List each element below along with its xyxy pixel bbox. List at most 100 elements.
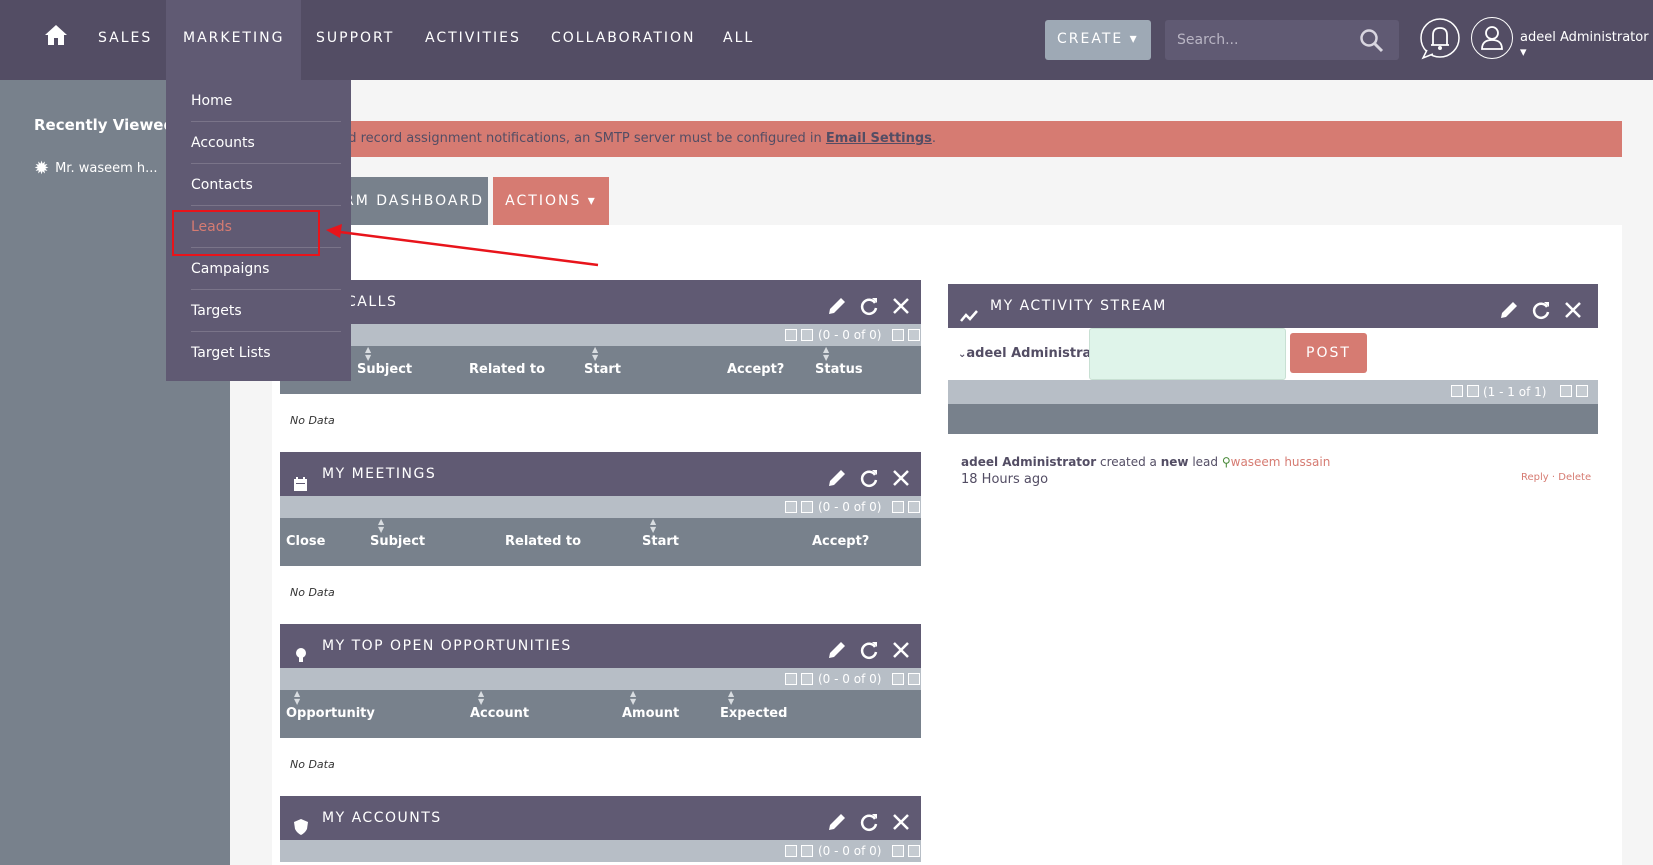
dashlet-title: MY TOP OPEN OPPORTUNITIES — [322, 638, 572, 654]
prev-page-button[interactable] — [801, 845, 813, 857]
sort-icon: ▲ ▼ — [378, 517, 385, 534]
nav-activities[interactable]: ACTIVITIES — [425, 0, 521, 80]
prev-page-button[interactable] — [801, 673, 813, 685]
next-page-button[interactable] — [892, 501, 904, 513]
edit-icon[interactable] — [826, 463, 848, 486]
sort-icon: ▲ ▼ — [823, 345, 830, 362]
first-page-button[interactable] — [785, 329, 797, 341]
dashlet-header: MY MEETINGS — [280, 452, 921, 496]
lead-link[interactable]: waseem hussain — [1231, 455, 1331, 469]
dashlet-calls: CALLS (0 - 0 of 0) Subject ▲ ▼ Related to … — [280, 280, 921, 450]
tab-dashboard[interactable]: RM DASHBOARD — [334, 177, 488, 225]
delete-link[interactable]: Delete — [1558, 472, 1591, 483]
nav-all[interactable]: ALL — [723, 0, 754, 80]
search-icon[interactable] — [1359, 28, 1385, 54]
activity-icon — [960, 298, 978, 322]
last-page-button[interactable] — [908, 501, 920, 513]
prev-page-button[interactable] — [801, 501, 813, 513]
refresh-icon[interactable] — [858, 635, 880, 659]
recently-viewed-title: Recently Viewed — [34, 116, 175, 134]
close-icon[interactable] — [890, 291, 912, 314]
menu-item-target-lists[interactable]: Target Lists — [191, 332, 341, 374]
user-menu[interactable]: adeel Administrator ▾ — [1520, 30, 1653, 60]
edit-icon[interactable] — [826, 807, 848, 830]
menu-item-accounts[interactable]: Accounts — [191, 122, 341, 164]
pager-text: (0 - 0 of 0) — [818, 500, 882, 514]
edit-icon[interactable] — [826, 291, 848, 314]
pager-text: (0 - 0 of 0) — [818, 844, 882, 858]
dashlet-meetings: MY MEETINGS (0 - 0 of 0) Close Subject ▲ ▼… — [280, 452, 921, 622]
post-button[interactable]: POST — [1290, 333, 1367, 373]
last-page-button[interactable] — [908, 673, 920, 685]
prev-page-button[interactable] — [1467, 385, 1479, 397]
nav-support[interactable]: SUPPORT — [316, 0, 394, 80]
prev-page-button[interactable] — [801, 329, 813, 341]
dashlet-tools — [826, 807, 916, 831]
dashlet-accounts: MY ACCOUNTS (0 - 0 of 0) — [280, 796, 921, 865]
dashlet-header: MY ACTIVITY STREAM — [948, 284, 1598, 328]
create-button[interactable]: CREATE ▾ — [1045, 20, 1151, 60]
refresh-icon[interactable] — [1530, 295, 1552, 319]
close-icon[interactable] — [890, 807, 912, 830]
menu-item-targets[interactable]: Targets — [191, 290, 341, 332]
next-page-button[interactable] — [892, 673, 904, 685]
email-settings-link[interactable]: Email Settings — [826, 131, 932, 146]
pager-text: (0 - 0 of 0) — [818, 328, 882, 342]
col-related: Related to — [469, 362, 546, 377]
dashlet-columns: Subject ▲ ▼ Related to Start Date ▲ ▼ Accept… — [280, 345, 921, 425]
nav-marketing[interactable]: MARKETING — [166, 0, 302, 80]
sort-icon: ▲ ▼ — [478, 689, 485, 706]
pager-text: (0 - 0 of 0) — [818, 672, 882, 686]
activity-bar — [948, 404, 1598, 434]
sort-icon: ▲ ▼ — [728, 689, 735, 706]
nav-sales[interactable]: SALES — [98, 0, 152, 80]
dashlet-pager: (0 - 0 of 0) — [280, 324, 921, 346]
menu-item-home[interactable]: Home — [191, 80, 341, 122]
activity-pager: (1 - 1 of 1) — [948, 380, 1598, 404]
close-icon[interactable] — [890, 635, 912, 658]
lead-icon: ⚲ — [1221, 455, 1231, 469]
last-page-button[interactable] — [1576, 385, 1588, 397]
first-page-button[interactable] — [785, 845, 797, 857]
refresh-icon[interactable] — [858, 807, 880, 831]
dashlet-columns: Opportunity Name ▲ ▼ Account Name ▲ ▼ Amount… — [280, 689, 921, 817]
menu-item-contacts[interactable]: Contacts — [191, 164, 341, 206]
pager-text: (1 - 1 of 1) — [1483, 385, 1547, 399]
last-page-button[interactable] — [908, 329, 920, 341]
dashlet-activity-stream: MY ACTIVITY STREAM — [948, 284, 1598, 328]
recently-viewed-item[interactable]: ✹ Mr. waseem h... — [34, 158, 158, 179]
home-icon[interactable] — [44, 24, 68, 46]
activity-post-input[interactable] — [1089, 328, 1286, 380]
dashlet-title: MY ACCOUNTS — [322, 810, 442, 826]
col-related: Related to — [505, 534, 582, 549]
dashlet-opportunities: MY TOP OPEN OPPORTUNITIES (0 - 0 of 0) O… — [280, 624, 921, 817]
close-icon[interactable] — [1562, 295, 1584, 318]
first-page-button[interactable] — [785, 673, 797, 685]
first-page-button[interactable] — [1451, 385, 1463, 397]
alert-suffix: . — [931, 131, 937, 146]
dashlet-tools — [1498, 295, 1588, 319]
next-page-button[interactable] — [892, 845, 904, 857]
notification-bell-icon[interactable] — [1419, 17, 1461, 61]
close-icon[interactable] — [890, 463, 912, 486]
reply-link[interactable]: Reply — [1521, 472, 1549, 483]
edit-icon[interactable] — [1498, 295, 1520, 318]
activity-time: 18 Hours ago — [961, 472, 1049, 487]
edit-icon[interactable] — [826, 635, 848, 658]
next-page-button[interactable] — [1560, 385, 1572, 397]
first-page-button[interactable] — [785, 501, 797, 513]
nav-collaboration[interactable]: COLLABORATION — [551, 0, 696, 80]
col-close: Close — [286, 534, 326, 549]
dashlet-header: MY ACCOUNTS — [280, 796, 921, 840]
actions-button[interactable]: ACTIONS ▾ — [493, 177, 609, 225]
dashlet-columns: Close Subject ▲ ▼ Related to Start Date ▲ ▼ … — [280, 517, 921, 597]
next-page-button[interactable] — [892, 329, 904, 341]
sort-icon: ▲ ▼ — [294, 689, 301, 706]
refresh-icon[interactable] — [858, 463, 880, 487]
dashlet-pager: (0 - 0 of 0) — [280, 840, 921, 862]
sort-icon: ▲ ▼ — [365, 345, 372, 362]
last-page-button[interactable] — [908, 845, 920, 857]
no-data: No Data — [290, 758, 335, 771]
avatar[interactable] — [1471, 17, 1513, 59]
refresh-icon[interactable] — [858, 291, 880, 315]
